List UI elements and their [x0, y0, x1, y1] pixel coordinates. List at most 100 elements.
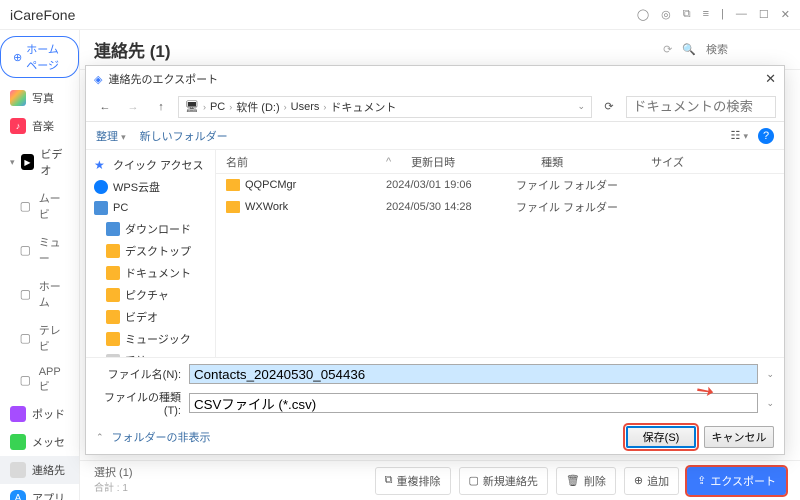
folder-icon — [106, 244, 120, 258]
sidebar-item-msg[interactable]: メッセ — [0, 428, 79, 456]
sidebar: ⊕ ホームページ 写真♪音楽▾▶ビデオ▢ムービ▢ミュー▢ホーム▢テレビ▢APPビ… — [0, 30, 80, 500]
folder-icon — [94, 180, 108, 194]
tree-node[interactable]: ミュージック — [86, 328, 215, 350]
nav-up-icon[interactable]: ↑ — [150, 96, 172, 118]
tree-node[interactable]: ★クイック アクセス — [86, 154, 215, 176]
file-list-header: 名前^ 更新日時 種類 サイズ — [216, 150, 784, 174]
folder-icon — [226, 201, 240, 213]
refresh-icon[interactable]: ⟳ — [663, 43, 672, 56]
dialog-close-icon[interactable]: ✕ — [765, 71, 776, 87]
export-icon: ⇪ — [697, 474, 706, 487]
folder-icon — [106, 310, 120, 324]
nav-back-icon[interactable]: ← — [94, 96, 116, 118]
add-button[interactable]: ⊕追加 — [624, 467, 679, 495]
sidebar-item-apps[interactable]: Aアプリ — [0, 484, 79, 500]
home-icon: ⊕ — [13, 51, 22, 64]
tree-node[interactable]: デスクトップ — [86, 240, 215, 262]
home-button[interactable]: ⊕ ホームページ — [0, 36, 79, 78]
menu-icon[interactable]: ≡ — [703, 8, 709, 21]
filename-label: ファイル名(N): — [96, 366, 181, 382]
sidebar-item-photo[interactable]: 写真 — [0, 84, 79, 112]
homev-icon: ▢ — [18, 286, 33, 302]
file-list: 名前^ 更新日時 種類 サイズ QQPCMgr2024/03/01 19:06フ… — [216, 150, 784, 357]
maximize-icon[interactable]: ☐ — [759, 8, 769, 21]
search-input[interactable] — [706, 44, 786, 56]
tree-node[interactable]: 系统 (C:) — [86, 350, 215, 357]
cancel-button[interactable]: キャンセル — [704, 426, 774, 448]
box-icon[interactable]: ⧉ — [683, 8, 691, 21]
selection-info: 選択 (1) 合計 : 1 — [94, 466, 133, 495]
organize-menu[interactable]: 整理 ▾ — [96, 128, 126, 144]
tree-node[interactable]: PC — [86, 198, 215, 218]
app-title: iCareFone — [10, 7, 75, 23]
sidebar-item-tv[interactable]: ▢ テレビ — [0, 316, 79, 360]
help-icon[interactable]: ? — [758, 128, 774, 144]
sidebar-item-contact[interactable]: 連絡先 — [0, 456, 79, 484]
apps-icon: A — [10, 490, 26, 500]
folder-icon — [94, 201, 108, 215]
filetype-select[interactable] — [189, 393, 758, 413]
window-controls: ◯ ◎ ⧉ ≡ | — ☐ ✕ — [637, 8, 790, 21]
home-label: ホームページ — [26, 41, 66, 73]
tree-node[interactable]: ドキュメント — [86, 262, 215, 284]
photo-icon — [10, 90, 26, 106]
musicv-icon: ▢ — [18, 242, 33, 258]
titlebar: iCareFone ◯ ◎ ⧉ ≡ | — ☐ ✕ — [0, 0, 800, 30]
sidebar-item-label: 連絡先 — [32, 462, 65, 478]
breadcrumb[interactable]: 🖥› PC› 软件 (D:)› Users› ドキュメント ⌄ — [178, 96, 592, 118]
dialog-search-input[interactable] — [626, 96, 776, 118]
tree-node[interactable]: ピクチャ — [86, 284, 215, 306]
tree-node[interactable]: ビデオ — [86, 306, 215, 328]
file-row[interactable]: WXWork2024/05/30 14:28ファイル フォルダー — [216, 196, 784, 218]
col-size[interactable]: サイズ — [651, 154, 784, 170]
sidebar-item-pod[interactable]: ポッド — [0, 400, 79, 428]
folder-icon — [106, 332, 120, 346]
file-row[interactable]: QQPCMgr2024/03/01 19:06ファイル フォルダー — [216, 174, 784, 196]
tv-icon: ▢ — [18, 330, 33, 346]
hide-folders-link[interactable]: フォルダーの非表示 — [112, 429, 211, 445]
sidebar-item-label: ポッド — [32, 406, 65, 422]
sidebar-item-appv[interactable]: ▢APPビ — [0, 360, 79, 400]
tree-node[interactable]: ダウンロード — [86, 218, 215, 240]
view-mode-icon[interactable]: ☷ ▾ — [731, 129, 748, 142]
pod-icon — [10, 406, 26, 422]
filetype-label: ファイルの種類(T): — [96, 389, 181, 417]
delete-button[interactable]: 🗑削除 — [556, 467, 616, 495]
sidebar-item-label: テレビ — [39, 322, 69, 354]
dialog-title: 連絡先のエクスポート — [108, 71, 218, 87]
dedupe-button[interactable]: ⧉重複排除 — [375, 467, 451, 495]
nav-refresh-icon[interactable]: ⟳ — [598, 96, 620, 118]
filename-input[interactable] — [189, 364, 758, 384]
save-button[interactable]: 保存(S) — [626, 426, 696, 448]
save-dialog: ◈ 連絡先のエクスポート ✕ ← → ↑ 🖥› PC› 软件 (D:)› Use… — [85, 65, 785, 455]
col-name[interactable]: 名前 — [226, 154, 386, 170]
music-icon: ♪ — [10, 118, 26, 134]
sidebar-item-homev[interactable]: ▢ホーム — [0, 272, 79, 316]
tree-node[interactable]: WPS云盘 — [86, 176, 215, 198]
user-icon[interactable]: ◯ — [637, 8, 649, 21]
minimize-icon[interactable]: — — [736, 8, 747, 21]
msg-icon — [10, 434, 26, 450]
col-date[interactable]: 更新日時 — [411, 154, 541, 170]
folder-icon — [226, 179, 240, 191]
folder-icon — [106, 288, 120, 302]
contact-icon — [10, 462, 26, 478]
nav-fwd-icon[interactable]: → — [122, 96, 144, 118]
col-type[interactable]: 種類 — [541, 154, 651, 170]
folder-tree[interactable]: ★クイック アクセスWPS云盘PCダウンロードデスクトップドキュメントピクチャビ… — [86, 150, 216, 357]
close-icon[interactable]: ✕ — [781, 8, 790, 21]
sidebar-item-label: APPビ — [39, 366, 69, 394]
export-button[interactable]: ⇪エクスポート — [687, 467, 786, 495]
new-contact-button[interactable]: ▢新規連絡先 — [459, 467, 548, 495]
activity-icon[interactable]: ◎ — [661, 8, 671, 21]
new-folder-button[interactable]: 新しいフォルダー — [140, 128, 228, 144]
sidebar-item-movie[interactable]: ▢ムービ — [0, 184, 79, 228]
sidebar-item-musicv[interactable]: ▢ミュー — [0, 228, 79, 272]
folder-icon: ★ — [94, 158, 108, 172]
sidebar-item-label: ムービ — [39, 190, 69, 222]
folder-icon — [106, 266, 120, 280]
sidebar-item-label: 写真 — [32, 90, 54, 106]
sidebar-item-video[interactable]: ▾▶ビデオ — [0, 140, 79, 184]
sidebar-item-label: ビデオ — [40, 146, 69, 178]
sidebar-item-music[interactable]: ♪音楽 — [0, 112, 79, 140]
